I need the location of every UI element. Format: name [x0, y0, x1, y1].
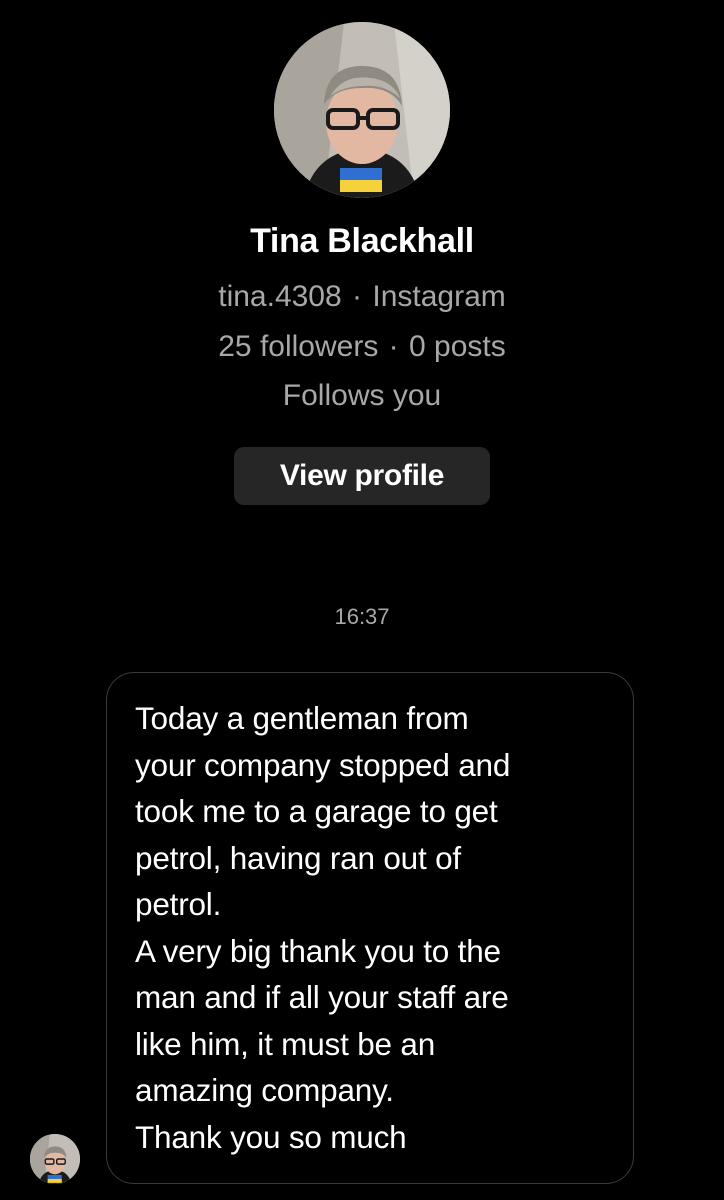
profile-handle-line: tina.4308 · Instagram [0, 280, 724, 314]
message-bubble[interactable]: Today a gentleman from your company stop… [106, 672, 634, 1184]
message-timestamp: 16:37 [334, 604, 390, 629]
sender-avatar[interactable] [30, 1134, 80, 1184]
profile-platform: Instagram [372, 280, 506, 313]
sender-avatar-icon [30, 1134, 80, 1184]
message-text: Today a gentleman from your company stop… [135, 700, 511, 1155]
profile-name: Tina Blackhall [250, 222, 474, 260]
view-profile-button[interactable]: View profile [234, 447, 490, 505]
profile-username: tina.4308 [218, 280, 342, 313]
profile-followers: 25 followers [218, 330, 379, 363]
profile-posts: 0 posts [409, 330, 506, 363]
profile-photo-avatar-icon [274, 22, 450, 198]
profile-stats-line: 25 followers · 0 posts [0, 330, 724, 364]
follow-status: Follows you [282, 379, 442, 412]
separator-dot: · [388, 330, 399, 363]
separator-dot: · [352, 280, 363, 313]
profile-avatar[interactable] [274, 22, 450, 198]
